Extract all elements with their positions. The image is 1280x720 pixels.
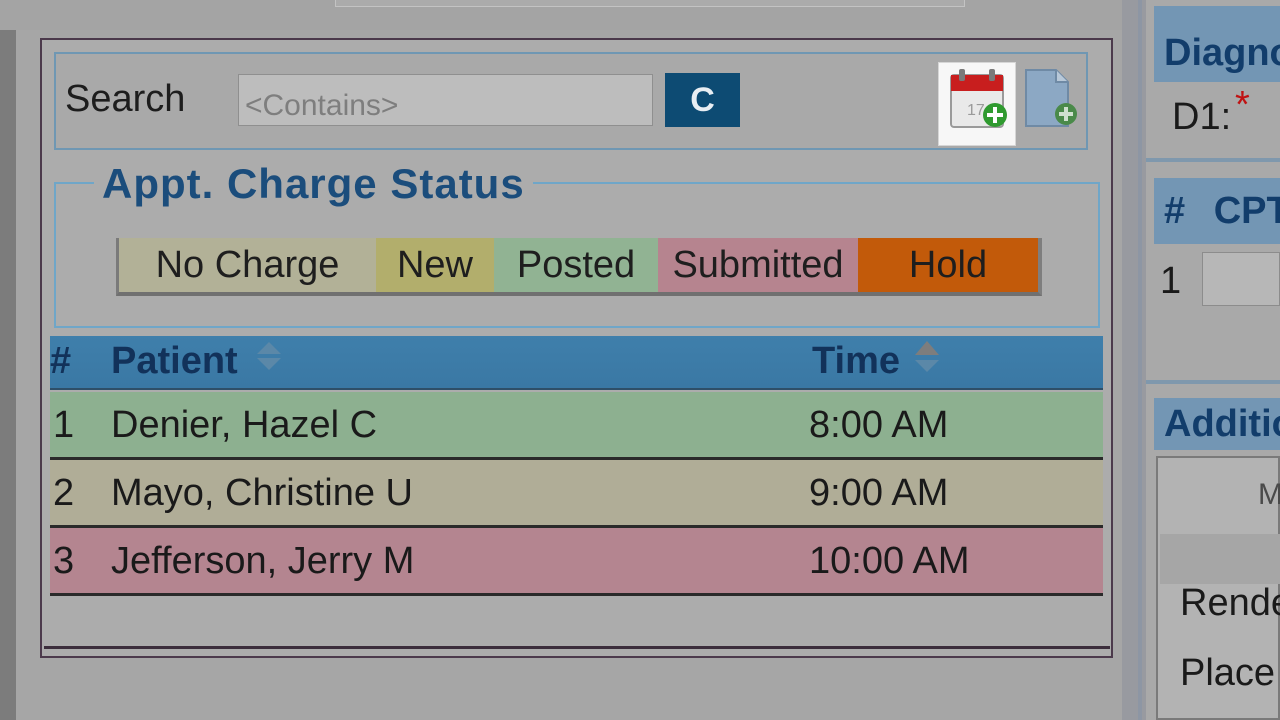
appointment-time: 8:00 AM [809,404,949,446]
additional-info-header: Additio [1154,398,1280,450]
cpt-row-number: 1 [1160,260,1182,302]
row-number: 3 [53,540,75,582]
search-input[interactable] [238,74,653,126]
column-header-patient[interactable]: Patient [111,340,238,383]
d1-label: D1: [1172,96,1232,138]
appointment-time: 9:00 AM [809,472,949,514]
search-label: Search [65,78,186,120]
cpt-header: # CPT [1154,178,1280,244]
sort-down-icon[interactable] [915,360,939,372]
column-header-time[interactable]: Time [812,340,900,383]
top-field-edge [335,0,965,7]
appointment-time: 10:00 AM [809,540,970,582]
box-band [1160,534,1280,584]
sort-up-icon[interactable] [257,342,281,354]
cpt-column-number: # [1164,190,1186,232]
status-new: New [376,238,494,296]
add-document-button[interactable] [1022,66,1082,132]
status-submitted: Submitted [658,238,858,296]
sort-ascending-icon[interactable] [915,341,939,355]
cpt-code-input[interactable] [1202,252,1280,306]
appointment-row[interactable]: 1 Denier, Hazel C 8:00 AM [50,392,1103,460]
status-posted: Posted [494,238,658,296]
row-number: 2 [53,472,75,514]
column-header-number: # [50,340,72,382]
sort-down-icon[interactable] [257,358,281,370]
cpt-column-label: CPT [1213,190,1280,232]
rendering-provider-label: Rende [1180,582,1280,624]
svg-text:17: 17 [967,102,985,119]
appointment-row[interactable]: 3 Jefferson, Jerry M 10:00 AM [50,528,1103,596]
appointment-row[interactable]: 2 Mayo, Christine U 9:00 AM [50,460,1103,528]
patient-name: Mayo, Christine U [111,472,413,514]
add-appointment-button[interactable]: 17 [938,62,1016,146]
splitter-line [1138,0,1142,720]
charge-status-title: Appt. Charge Status [94,160,533,208]
status-hold: Hold [858,238,1042,296]
section-divider [1146,380,1280,384]
patient-name: Jefferson, Jerry M [111,540,415,582]
document-add-icon [1025,69,1077,127]
patient-name: Denier, Hazel C [111,404,378,446]
required-marker: * [1235,84,1250,126]
box-header-fragment: M [1258,478,1280,511]
panel-splitter[interactable] [1122,0,1146,720]
calendar-add-icon: 17 [950,69,1007,128]
diagnosis-header: Diagno [1154,6,1280,82]
place-of-service-label: Place [1180,652,1276,694]
row-number: 1 [53,404,75,446]
panel-divider [44,646,1110,649]
status-no-charge: No Charge [116,238,376,296]
clear-search-button[interactable]: C [665,73,740,127]
window-left-edge [0,0,16,720]
section-divider [1146,158,1280,162]
